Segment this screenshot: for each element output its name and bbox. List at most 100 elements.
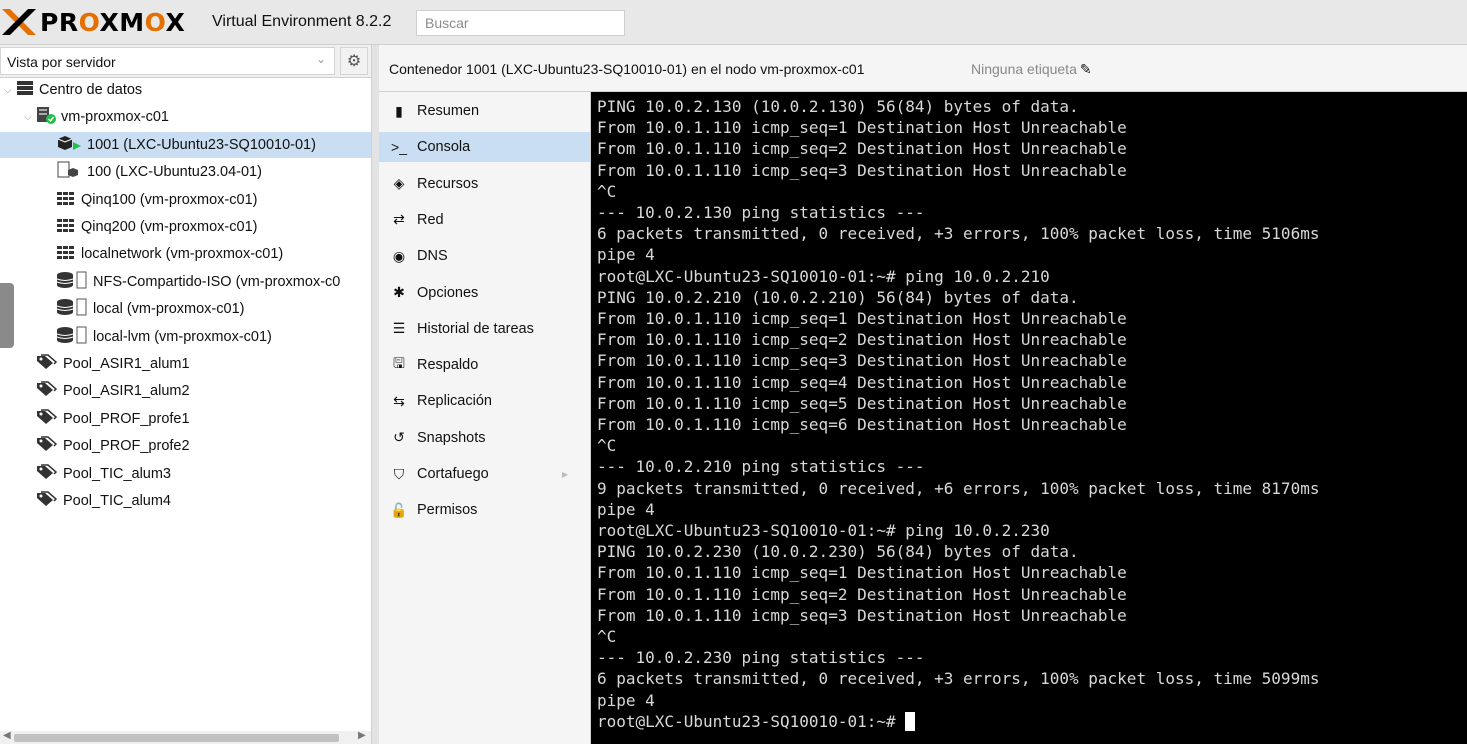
tree-item-label: Pool_PROF_profe1: [63, 410, 190, 427]
container-menu: ▮ Resumen >_ Consola ◈ Recursos ⇄ Red ◉ DNS ✱ Opcio…: [379, 92, 591, 744]
node-online-icon: [36, 106, 56, 128]
menu-item-opciones[interactable]: ✱ Opciones: [379, 278, 590, 308]
terminal-icon: >_: [391, 139, 407, 156]
menu-item-snapshots[interactable]: ↺ Snapshots: [379, 423, 590, 453]
tags-display[interactable]: Ninguna etiqueta ✎: [971, 61, 1092, 78]
floppy-icon: 🖫: [393, 355, 405, 372]
menu-item-label: Cortafuego: [417, 466, 489, 482]
view-toolbar: Vista por servidor ⌄ ⚙: [0, 45, 371, 78]
tree-item-label: Pool_ASIR1_alum2: [63, 383, 190, 400]
tree-item[interactable]: ⌵ vm-proxmox-c01: [24, 104, 169, 130]
cube-icon: ◈: [393, 175, 405, 192]
menu-item-red[interactable]: ⇄ Red: [379, 205, 590, 235]
tree-item[interactable]: Qinq100 (vm-proxmox-c01): [44, 187, 257, 213]
menu-item-resumen[interactable]: ▮ Resumen: [379, 96, 590, 126]
tree-item[interactable]: localnetwork (vm-proxmox-c01): [44, 241, 283, 267]
exchange-icon: ⇄: [393, 211, 405, 228]
tree-item-label: 100 (LXC-Ubuntu23.04-01): [87, 164, 262, 181]
tree-item[interactable]: Pool_ASIR1_alum1: [24, 351, 190, 377]
menu-item-label: Opciones: [417, 284, 479, 301]
menu-item-label: Historial de tareas: [417, 320, 534, 337]
resource-tree-panel: Vista por servidor ⌄ ⚙ ⌵ Centro de datos ⌵…: [0, 45, 371, 744]
tree-item[interactable]: Pool_PROF_profe1: [24, 406, 190, 432]
pencil-icon[interactable]: ✎: [1080, 61, 1092, 77]
tree-item-label: Qinq100 (vm-proxmox-c01): [81, 191, 258, 208]
menu-item-permisos[interactable]: 🔓 Permisos: [379, 495, 590, 525]
tree-item-label: Pool_TIC_alum4: [63, 493, 171, 509]
view-selector[interactable]: Vista por servidor ⌄: [0, 47, 335, 75]
menu-item-replicaci-n[interactable]: ⇆ Replicación: [379, 386, 590, 416]
gear-icon[interactable]: ⚙: [340, 47, 368, 75]
tree-item[interactable]: 1001 (LXC-Ubuntu23-SQ10010-01): [0, 131, 371, 158]
tree-item[interactable]: ⌵ Centro de datos: [4, 77, 142, 103]
menu-item-label: Recursos: [417, 175, 479, 192]
pool-tags-icon: [36, 491, 58, 511]
menu-item-cortafuego[interactable]: ⛉ Cortafuego ▸: [379, 459, 590, 489]
gear-icon: ✱: [393, 284, 405, 300]
tree-item[interactable]: local-lvm (vm-proxmox-c01): [44, 324, 272, 350]
terminal-output: PING 10.0.2.130 (10.0.2.130) 56(84) byte…: [597, 97, 1320, 731]
tree-item-label: local (vm-proxmox-c01): [93, 301, 245, 318]
menu-item-respaldo[interactable]: 🖫 Respaldo: [379, 350, 590, 380]
pool-tags-icon: [36, 354, 58, 374]
tree-item-label: Pool_TIC_alum3: [63, 465, 171, 482]
storage-icon: [56, 271, 88, 293]
tree-item[interactable]: Pool_TIC_alum3: [24, 461, 171, 487]
search-input[interactable]: [416, 10, 625, 36]
scroll-right-icon[interactable]: ▶: [358, 730, 366, 741]
tree-item[interactable]: local (vm-proxmox-c01): [44, 296, 244, 322]
scrollbar-thumb[interactable]: [14, 734, 339, 742]
panel-collapse-handle[interactable]: [0, 283, 14, 348]
menu-item-recursos[interactable]: ◈ Recursos: [379, 169, 590, 199]
history-icon: ↺: [393, 429, 405, 446]
menu-item-label: Resumen: [417, 103, 480, 119]
network-icon: [56, 217, 76, 237]
pool-tags-icon: [36, 463, 58, 484]
expand-chevron-icon[interactable]: ⌵: [24, 112, 36, 123]
tree-item[interactable]: Pool_PROF_profe2: [24, 433, 190, 459]
storage-icon: [56, 298, 88, 320]
book-icon: ▮: [395, 102, 403, 119]
tree-item[interactable]: 100 (LXC-Ubuntu23.04-01): [44, 159, 262, 185]
tree-item[interactable]: Qinq200 (vm-proxmox-c01): [44, 214, 257, 240]
expand-chevron-icon[interactable]: ⌵: [4, 85, 16, 96]
pool-tags-icon: [36, 409, 58, 429]
horizontal-scrollbar[interactable]: ◀ ▶: [0, 730, 371, 744]
menu-item-label: DNS: [417, 248, 448, 265]
pool-tags-icon: [36, 436, 58, 456]
tree-item-label: 1001 (LXC-Ubuntu23-SQ10010-01): [87, 136, 316, 153]
globe-icon: ◉: [392, 247, 406, 264]
menu-item-label: Permisos: [417, 502, 478, 519]
tree-item[interactable]: Pool_ASIR1_alum2: [24, 378, 190, 404]
menu-item-consola[interactable]: >_ Consola: [379, 132, 590, 163]
content-header: Contenedor 1001 (LXC-Ubuntu23-SQ10010-01…: [379, 45, 1467, 92]
tree-item-label: Pool_PROF_profe2: [63, 438, 190, 455]
list-icon: ☰: [392, 320, 406, 337]
datacenter-icon: [16, 80, 34, 100]
menu-item-label: Snapshots: [417, 429, 486, 446]
scroll-left-icon[interactable]: ◀: [3, 730, 11, 741]
menu-item-label: Replicación: [417, 393, 492, 410]
proxmox-logo[interactable]: PROXMOX: [0, 6, 185, 38]
tree-item-label: Pool_ASIR1_alum1: [63, 356, 190, 372]
view-selector-value: Vista por servidor: [7, 54, 116, 70]
proxmox-x-icon: [2, 9, 36, 35]
tree-item[interactable]: NFS-Compartido-ISO (vm-proxmox-c0: [44, 269, 340, 295]
menu-item-label: Red: [417, 211, 444, 228]
tree-item[interactable]: Pool_TIC_alum4: [24, 488, 171, 514]
unlock-icon: 🔓: [390, 501, 408, 518]
chevron-right-icon: ▸: [561, 467, 568, 481]
menu-item-label: Respaldo: [417, 357, 479, 374]
logo-text: PROXMOX: [40, 7, 186, 37]
retweet-icon: ⇆: [393, 392, 405, 409]
network-icon: [56, 190, 76, 210]
pool-tags-icon: [36, 381, 58, 401]
container-running-icon: [56, 134, 82, 156]
container-template-icon: [56, 161, 82, 183]
tree-item-label: vm-proxmox-c01: [61, 109, 169, 126]
storage-icon: [56, 326, 88, 348]
tree-item-label: local-lvm (vm-proxmox-c01): [93, 328, 272, 345]
menu-item-dns[interactable]: ◉ DNS: [379, 241, 590, 271]
console-terminal[interactable]: PING 10.0.2.130 (10.0.2.130) 56(84) byte…: [591, 92, 1467, 744]
menu-item-historial-de-tareas[interactable]: ☰ Historial de tareas: [379, 314, 590, 344]
